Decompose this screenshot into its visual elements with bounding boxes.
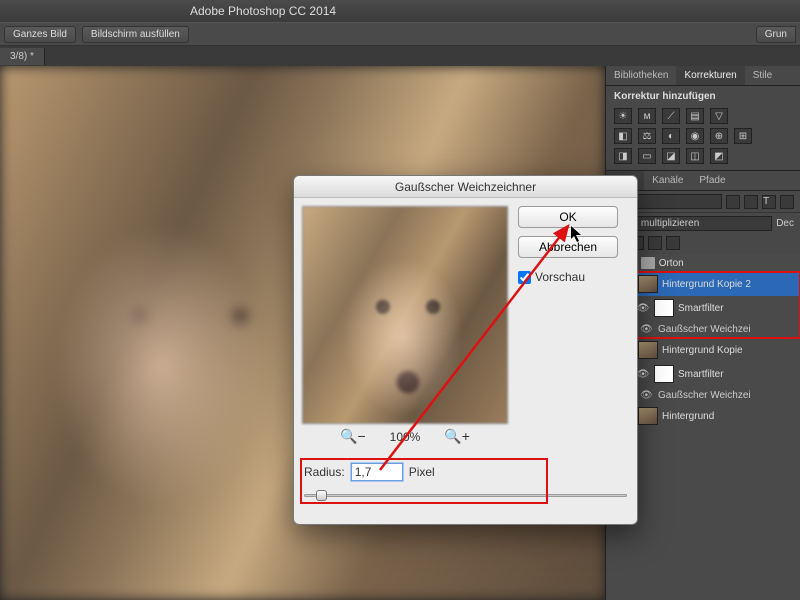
selective-icon[interactable]: ◩: [710, 148, 728, 164]
options-bar: Ganzes Bild Bildschirm ausfüllen Grun: [0, 22, 800, 46]
tab-kanale[interactable]: Kanäle: [644, 171, 691, 190]
filter-mask-thumb: [654, 365, 674, 383]
filter-image-icon[interactable]: [726, 195, 740, 209]
tab-stile[interactable]: Stile: [745, 66, 780, 85]
gaussian-blur-dialog: Gaußscher Weichzeichner 🔍− 100% 🔍+ OK Ab…: [293, 175, 638, 525]
adjustments-tabs: Bibliotheken Korrekturen Stile: [606, 66, 800, 86]
filter-label: Gaußscher Weichzei: [658, 324, 751, 335]
right-toolbar-button[interactable]: Grun: [756, 26, 796, 43]
lock-all-icon[interactable]: [666, 236, 680, 250]
threshold-icon[interactable]: ◪: [662, 148, 680, 164]
preview-checkbox-row[interactable]: Vorschau: [518, 270, 618, 284]
exposure-icon[interactable]: ▤: [686, 108, 704, 124]
zoom-value: 100%: [390, 430, 421, 444]
folder-icon: [641, 257, 655, 269]
photo-filter-icon[interactable]: ◉: [686, 128, 704, 144]
balance-icon[interactable]: ⚖: [638, 128, 656, 144]
layer-label: Hintergrund Kopie: [662, 345, 743, 356]
layer-thumb: [638, 407, 658, 425]
add-adjustment-header: Korrektur hinzufügen: [606, 86, 800, 106]
hue-icon[interactable]: ◧: [614, 128, 632, 144]
levels-icon[interactable]: ᴍ: [638, 108, 656, 124]
adjustment-row-3: ◨ ▭ ◪ ◫ ◩: [606, 146, 800, 166]
preview-label: Vorschau: [535, 270, 585, 284]
gradient-map-icon[interactable]: ◫: [686, 148, 704, 164]
ok-button[interactable]: OK: [518, 206, 618, 228]
layer-thumb: [638, 341, 658, 359]
radius-slider[interactable]: [304, 489, 627, 503]
adjustment-row-1: ☀ ᴍ ⟋ ▤ ▽: [606, 106, 800, 126]
opacity-label: Dec: [776, 218, 794, 229]
app-title: Adobe Photoshop CC 2014: [190, 4, 336, 18]
document-tab[interactable]: 3/8) *: [0, 48, 45, 65]
filter-text-icon[interactable]: T: [762, 195, 776, 209]
slider-track: [304, 494, 627, 497]
filter-adj-icon[interactable]: [744, 195, 758, 209]
zoom-in-icon[interactable]: 🔍+: [444, 428, 470, 445]
radius-input[interactable]: [351, 463, 403, 481]
tab-bibliotheken[interactable]: Bibliotheken: [606, 66, 676, 85]
zoom-out-icon[interactable]: 🔍−: [340, 428, 366, 445]
adjustment-row-2: ◧ ⚖ ◐ ◉ ⊕ ⊞: [606, 126, 800, 146]
preview-checkbox[interactable]: [518, 271, 531, 284]
tab-pfade[interactable]: Pfade: [691, 171, 733, 190]
fit-screen-button[interactable]: Ganzes Bild: [4, 26, 76, 43]
zoom-row: 🔍− 100% 🔍+: [302, 424, 508, 449]
invert-icon[interactable]: ◨: [614, 148, 632, 164]
filter-label: Gaußscher Weichzei: [658, 390, 751, 401]
smartfilter-label: Smartfilter: [678, 303, 724, 314]
document-tabs: 3/8) *: [0, 46, 800, 66]
dialog-title: Gaußscher Weichzeichner: [294, 176, 637, 198]
eye-icon[interactable]: 👁: [640, 390, 654, 401]
bw-icon[interactable]: ◐: [662, 128, 680, 144]
radius-row: Radius: Pixel: [294, 457, 637, 487]
app-titlebar: Adobe Photoshop CC 2014: [0, 0, 800, 22]
lookup-icon[interactable]: ⊞: [734, 128, 752, 144]
cancel-button[interactable]: Abbrechen: [518, 236, 618, 258]
mixer-icon[interactable]: ⊕: [710, 128, 728, 144]
vibrance-icon[interactable]: ▽: [710, 108, 728, 124]
lock-pos-icon[interactable]: [648, 236, 662, 250]
eye-icon[interactable]: 👁: [640, 324, 654, 335]
layer-label: Hintergrund: [662, 411, 714, 422]
smartfilter-label: Smartfilter: [678, 369, 724, 380]
group-label: Orton: [659, 258, 684, 269]
tab-korrekturen[interactable]: Korrekturen: [676, 66, 744, 85]
curves-icon[interactable]: ⟋: [662, 108, 680, 124]
radius-unit: Pixel: [409, 465, 435, 479]
brightness-icon[interactable]: ☀: [614, 108, 632, 124]
filter-shape-icon[interactable]: [780, 195, 794, 209]
eye-icon[interactable]: 👁: [636, 369, 650, 380]
fill-screen-button[interactable]: Bildschirm ausfüllen: [82, 26, 189, 43]
filter-mask-thumb: [654, 299, 674, 317]
dialog-preview[interactable]: [302, 206, 508, 424]
layer-label: Hintergrund Kopie 2: [662, 279, 751, 290]
posterize-icon[interactable]: ▭: [638, 148, 656, 164]
layer-thumb: [638, 275, 658, 293]
radius-label: Radius:: [304, 465, 345, 479]
slider-knob[interactable]: [316, 490, 327, 501]
eye-icon[interactable]: 👁: [636, 303, 650, 314]
